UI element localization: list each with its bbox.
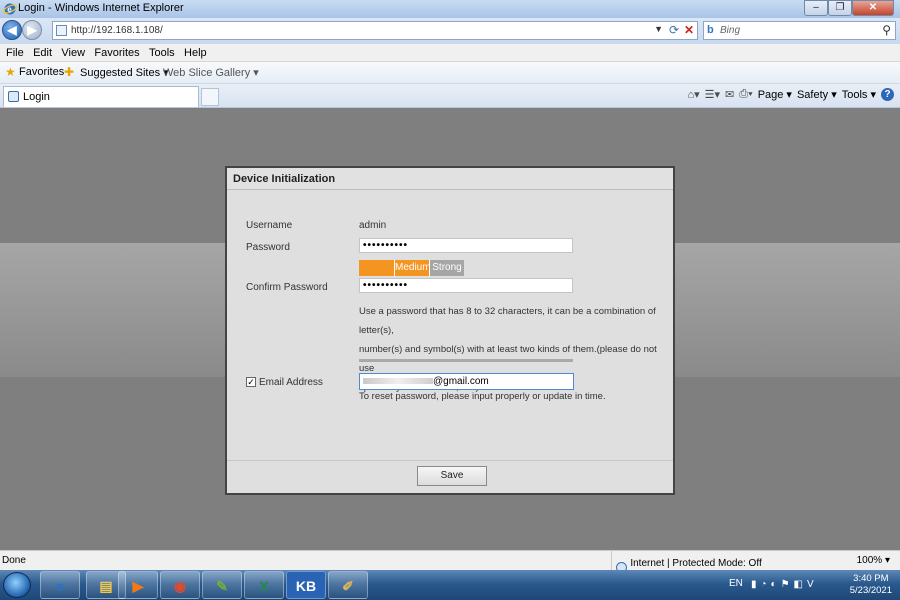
ie-logo-icon: e: [3, 3, 17, 15]
system-tray: EN ▮◔◐⚑◧V 3:40 PM 5/23/2021: [727, 570, 900, 600]
zone-icon: [616, 558, 627, 573]
status-text: Done: [2, 555, 26, 566]
stop-icon[interactable]: ✕: [684, 23, 694, 37]
address-url[interactable]: http://192.168.1.108/: [71, 25, 163, 36]
strength-medium: Medium: [394, 260, 431, 276]
address-dropdown-icon[interactable]: ▼: [654, 24, 663, 34]
email-address-label: Email Address: [259, 377, 323, 388]
home-icon[interactable]: ⌂▾: [687, 88, 699, 101]
mail-icon[interactable]: ✉: [725, 88, 734, 101]
search-box[interactable]: b Bing ⚲: [703, 21, 896, 40]
back-button[interactable]: ◀: [2, 20, 22, 40]
refresh-icon[interactable]: ⟳: [669, 23, 679, 37]
password-hint-line-1: Use a password that has 8 to 32 characte…: [359, 306, 656, 336]
maximize-button[interactable]: ❐: [828, 0, 852, 16]
forward-button[interactable]: ▶: [22, 20, 42, 40]
chrome-taskbar-icon[interactable]: ◉: [160, 571, 200, 599]
language-indicator[interactable]: EN: [729, 578, 743, 589]
confirm-password-label: Confirm Password: [246, 282, 328, 293]
menu-bar: File Edit View Favorites Tools Help: [0, 44, 900, 62]
username-label: Username: [246, 220, 293, 231]
start-button[interactable]: [3, 572, 31, 598]
web-slice-gallery-link[interactable]: Web Slice Gallery ▾: [163, 66, 259, 79]
menu-tools[interactable]: Tools: [143, 44, 175, 59]
suggested-sites-link[interactable]: Suggested Sites ▾: [80, 66, 169, 79]
taskbar: e ▤ ▶ ◉ ✎ X KB ✐ EN ▮◔◐⚑◧V 3:40 PM 5/23/…: [0, 570, 900, 600]
dialog-header: Device Initialization: [227, 168, 673, 190]
kb-taskbar-icon[interactable]: KB: [286, 571, 326, 599]
window-controls: – ❐ ✕: [804, 0, 894, 16]
favorites-star-icon[interactable]: ★: [5, 65, 16, 79]
command-bar: ⌂▾ ☰▾ ✉ ⎙▾ Page ▾ Safety ▾ Tools ▾ ?: [687, 88, 894, 101]
tray-icons[interactable]: ▮◔◐⚑◧V: [751, 579, 818, 590]
password-label: Password: [246, 242, 290, 253]
clock-time: 3:40 PM: [853, 573, 889, 584]
feeds-icon[interactable]: ☰▾: [705, 88, 720, 101]
window-titlebar: e Login - Windows Internet Explorer – ❐ …: [0, 0, 900, 18]
email-redacted: [363, 378, 433, 385]
tab-login[interactable]: Login: [3, 86, 199, 107]
strength-strong: Strong: [429, 260, 464, 276]
new-tab-button[interactable]: [201, 88, 219, 106]
security-zone[interactable]: Internet | Protected Mode: Off: [611, 551, 762, 573]
print-icon[interactable]: ⎙▾: [739, 88, 752, 101]
page-icon: [56, 25, 67, 36]
minimize-button[interactable]: –: [804, 0, 828, 16]
help-icon[interactable]: ?: [881, 88, 894, 101]
close-button[interactable]: ✕: [852, 0, 894, 16]
zoom-level[interactable]: 100% ▾: [857, 555, 890, 566]
menu-help[interactable]: Help: [178, 44, 207, 59]
tools-menu[interactable]: Tools ▾: [842, 88, 876, 101]
tab-bar: Login ⌂▾ ☰▾ ✉ ⎙▾ Page ▾ Safety ▾ Tools ▾…: [0, 84, 900, 108]
web-slice-gallery-label: Web Slice Gallery ▾: [163, 67, 259, 79]
safety-menu[interactable]: Safety ▾: [797, 88, 837, 101]
menu-file[interactable]: File: [0, 44, 24, 59]
email-checkbox[interactable]: ✓: [246, 377, 256, 387]
suggested-sites-label: Suggested Sites ▾: [80, 67, 169, 79]
zone-text: Internet | Protected Mode: Off: [630, 558, 762, 569]
email-field[interactable]: @gmail.com: [359, 373, 574, 390]
menu-edit[interactable]: Edit: [27, 44, 52, 59]
media-player-taskbar-icon[interactable]: ▶: [118, 571, 158, 599]
favorites-bar: ★ Favorites ✚ Suggested Sites ▾ Web Slic…: [0, 62, 900, 84]
address-bar[interactable]: http://192.168.1.108/ ▼ ⟳ ✕: [52, 21, 698, 40]
svg-text:e: e: [7, 5, 12, 14]
navigation-bar: ◀ ▶ http://192.168.1.108/ ▼ ⟳ ✕ b Bing ⚲: [0, 18, 900, 44]
menu-view[interactable]: View: [55, 44, 85, 59]
favorites-button[interactable]: Favorites: [19, 66, 64, 78]
notepad-taskbar-icon[interactable]: ✎: [202, 571, 242, 599]
reset-hint: To reset password, please input properly…: [359, 391, 606, 402]
status-bar: Done Internet | Protected Mode: Off 100%…: [0, 550, 900, 573]
paint-taskbar-icon[interactable]: ✐: [328, 571, 368, 599]
page-menu[interactable]: Page ▾: [758, 88, 792, 101]
save-button[interactable]: Save: [417, 466, 487, 486]
divider: [359, 359, 573, 362]
search-icon[interactable]: ⚲: [882, 23, 891, 37]
tab-label: Login: [23, 91, 50, 103]
device-initialization-dialog: Device Initialization Username admin Pas…: [225, 166, 675, 495]
email-domain: @gmail.com: [433, 376, 489, 387]
strength-weak: [359, 260, 394, 276]
tab-page-icon: [8, 91, 19, 102]
confirm-password-field[interactable]: ••••••••••: [359, 278, 573, 293]
password-strength-meter: Medium Strong: [359, 260, 464, 276]
excel-taskbar-icon[interactable]: X: [244, 571, 284, 599]
clock[interactable]: 3:40 PM 5/23/2021: [850, 573, 892, 597]
window-title: Login - Windows Internet Explorer: [18, 2, 184, 14]
search-placeholder[interactable]: Bing: [720, 25, 740, 36]
clock-date: 5/23/2021: [849, 585, 892, 596]
bing-icon: b: [707, 24, 714, 36]
dialog-title: Device Initialization: [233, 173, 336, 185]
menu-favorites[interactable]: Favorites: [88, 44, 139, 59]
ie-taskbar-icon[interactable]: e: [40, 571, 80, 599]
password-field[interactable]: ••••••••••: [359, 238, 573, 253]
footer-separator: [227, 460, 673, 461]
add-favorite-icon[interactable]: ✚: [64, 65, 74, 79]
username-value: admin: [359, 220, 387, 231]
